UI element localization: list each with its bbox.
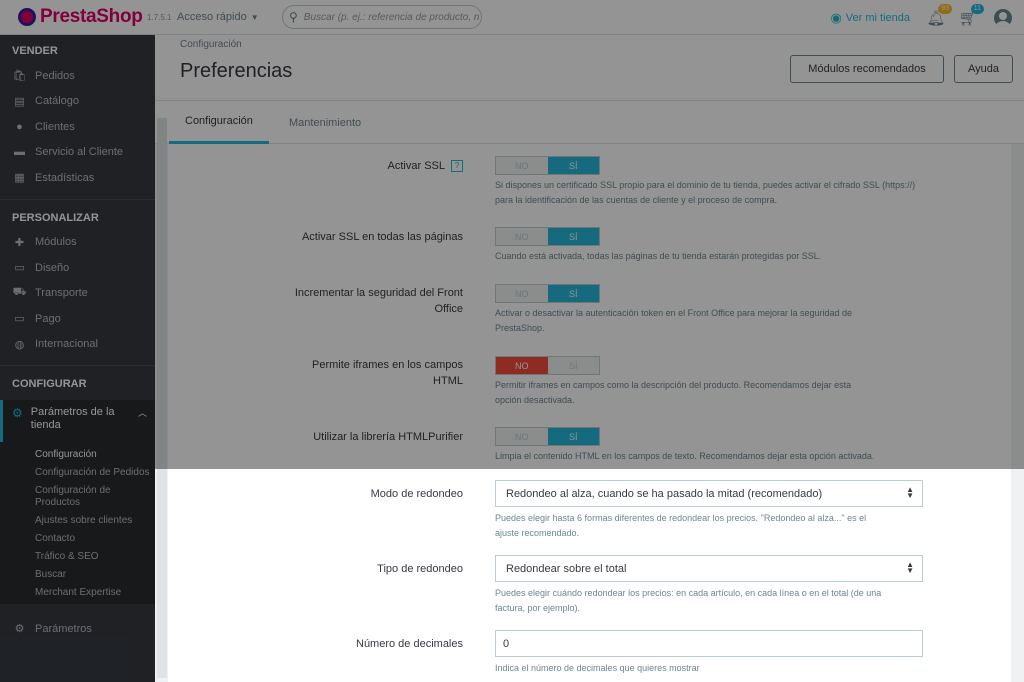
dim-overlay-sidebar (0, 469, 155, 682)
round-type-help: Puedes elegir cuándo redondear los preci… (495, 586, 935, 616)
round-type-help-line1: Puedes elegir cuándo redondear los preci… (495, 588, 882, 598)
decimals-label: Número de decimales (356, 638, 463, 650)
round-mode-help-line1: Puedes elegir hasta 6 formas diferentes … (495, 513, 867, 523)
round-mode-value: Redondeo al alza, cuando se ha pasado la… (506, 487, 823, 500)
decimals-input[interactable]: 0 (495, 630, 923, 657)
select-arrows-icon: ▲ ▼ (906, 485, 914, 500)
round-type-value: Redondear sobre el total (506, 562, 627, 575)
round-type-label: Tipo de redondeo (377, 563, 463, 575)
round-mode-help: Puedes elegir hasta 6 formas diferentes … (495, 511, 935, 541)
select-arrows-icon: ▲ ▼ (906, 560, 914, 575)
round-mode-label: Modo de redondeo (370, 488, 463, 500)
round-mode-select[interactable]: Redondeo al alza, cuando se ha pasado la… (495, 480, 923, 507)
round-type-select[interactable]: Redondear sobre el total ▲ ▼ (495, 555, 923, 582)
round-type-help-line2: factura, por ejemplo). (495, 603, 581, 613)
round-mode-help-line2: ajuste recomendado. (495, 528, 580, 538)
decimals-help: Indica el número de decimales que quiere… (495, 663, 700, 673)
dim-overlay (0, 0, 1024, 469)
